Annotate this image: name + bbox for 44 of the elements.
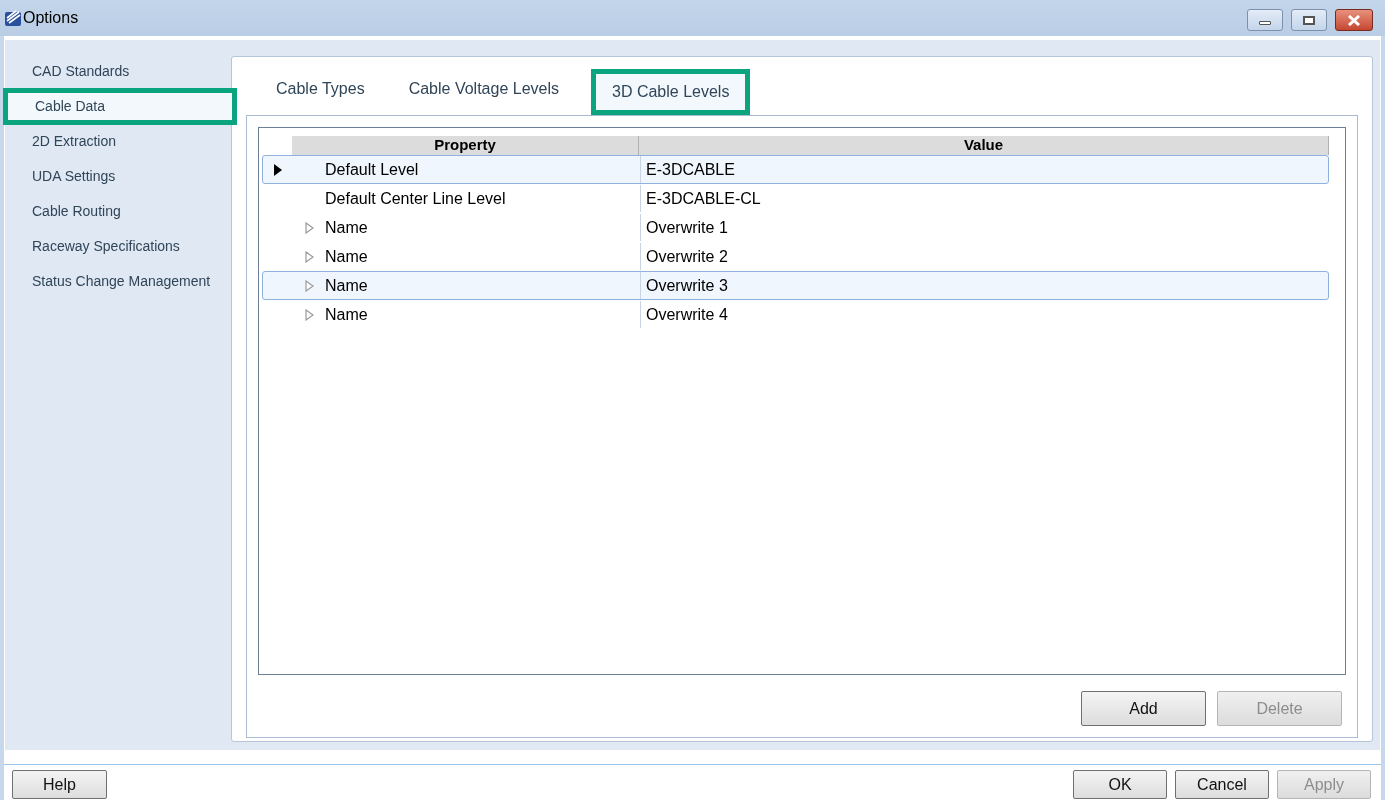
dialog-button[interactable]: Cancel: [1175, 770, 1269, 799]
expand-arrow-icon[interactable]: [304, 250, 314, 263]
property-cell-text: Name: [325, 246, 368, 267]
grid-row[interactable]: Name Overwrite 2: [262, 242, 1329, 271]
sidebar-item[interactable]: Cable Data: [3, 88, 237, 125]
tab[interactable]: Cable Voltage Levels: [396, 77, 571, 101]
tab[interactable]: 3D Cable Levels: [591, 69, 751, 115]
property-cell-text: Name: [325, 304, 368, 325]
sidebar-item[interactable]: 2D Extraction: [5, 128, 231, 155]
expand-arrow-icon[interactable]: [304, 221, 314, 234]
expand-arrow-icon[interactable]: [304, 279, 314, 292]
grid-row[interactable]: Default Center Line Level E-3DCABLE-CL: [262, 184, 1329, 213]
property-cell-text: Name: [325, 275, 368, 296]
sidebar-item[interactable]: Raceway Specifications: [5, 233, 231, 260]
dialog-button[interactable]: Help: [12, 770, 107, 799]
close-button[interactable]: [1335, 9, 1373, 31]
sidebar-item[interactable]: UDA Settings: [5, 163, 231, 190]
tab[interactable]: Cable Types: [264, 77, 377, 101]
sidebar-item[interactable]: Cable Routing: [5, 198, 231, 225]
property-cell-text: Name: [325, 217, 368, 238]
window-title: Options: [23, 8, 79, 28]
expand-arrow-icon[interactable]: [304, 308, 314, 321]
column-header: Property: [292, 136, 639, 155]
property-cell-text: Default Level: [325, 159, 419, 180]
dialog-button[interactable]: OK: [1073, 770, 1167, 799]
grid-row[interactable]: Name Overwrite 3: [262, 271, 1329, 300]
app-logo-icon: [4, 9, 22, 27]
dialog-button[interactable]: Add: [1081, 691, 1206, 726]
value-cell-text: E-3DCABLE: [646, 159, 735, 180]
value-cell-text: E-3DCABLE-CL: [646, 188, 761, 209]
minimize-button[interactable]: [1247, 9, 1283, 31]
value-cell-text: Overwrite 1: [646, 217, 728, 238]
sidebar-item[interactable]: CAD Standards: [5, 58, 231, 85]
grid-row[interactable]: Name Overwrite 1: [262, 213, 1329, 242]
close-icon: [1347, 14, 1361, 26]
value-cell-text: Overwrite 3: [646, 275, 728, 296]
sidebar-item[interactable]: Status Change Management: [5, 268, 231, 295]
maximize-button[interactable]: [1291, 9, 1327, 31]
column-header: Value: [639, 136, 1329, 155]
grid-row[interactable]: Name Overwrite 4: [262, 300, 1329, 329]
property-cell-text: Default Center Line Level: [325, 188, 506, 209]
grid-row[interactable]: Default Level E-3DCABLE: [262, 155, 1329, 184]
value-cell-text: Overwrite 2: [646, 246, 728, 267]
value-cell-text: Overwrite 4: [646, 304, 728, 325]
